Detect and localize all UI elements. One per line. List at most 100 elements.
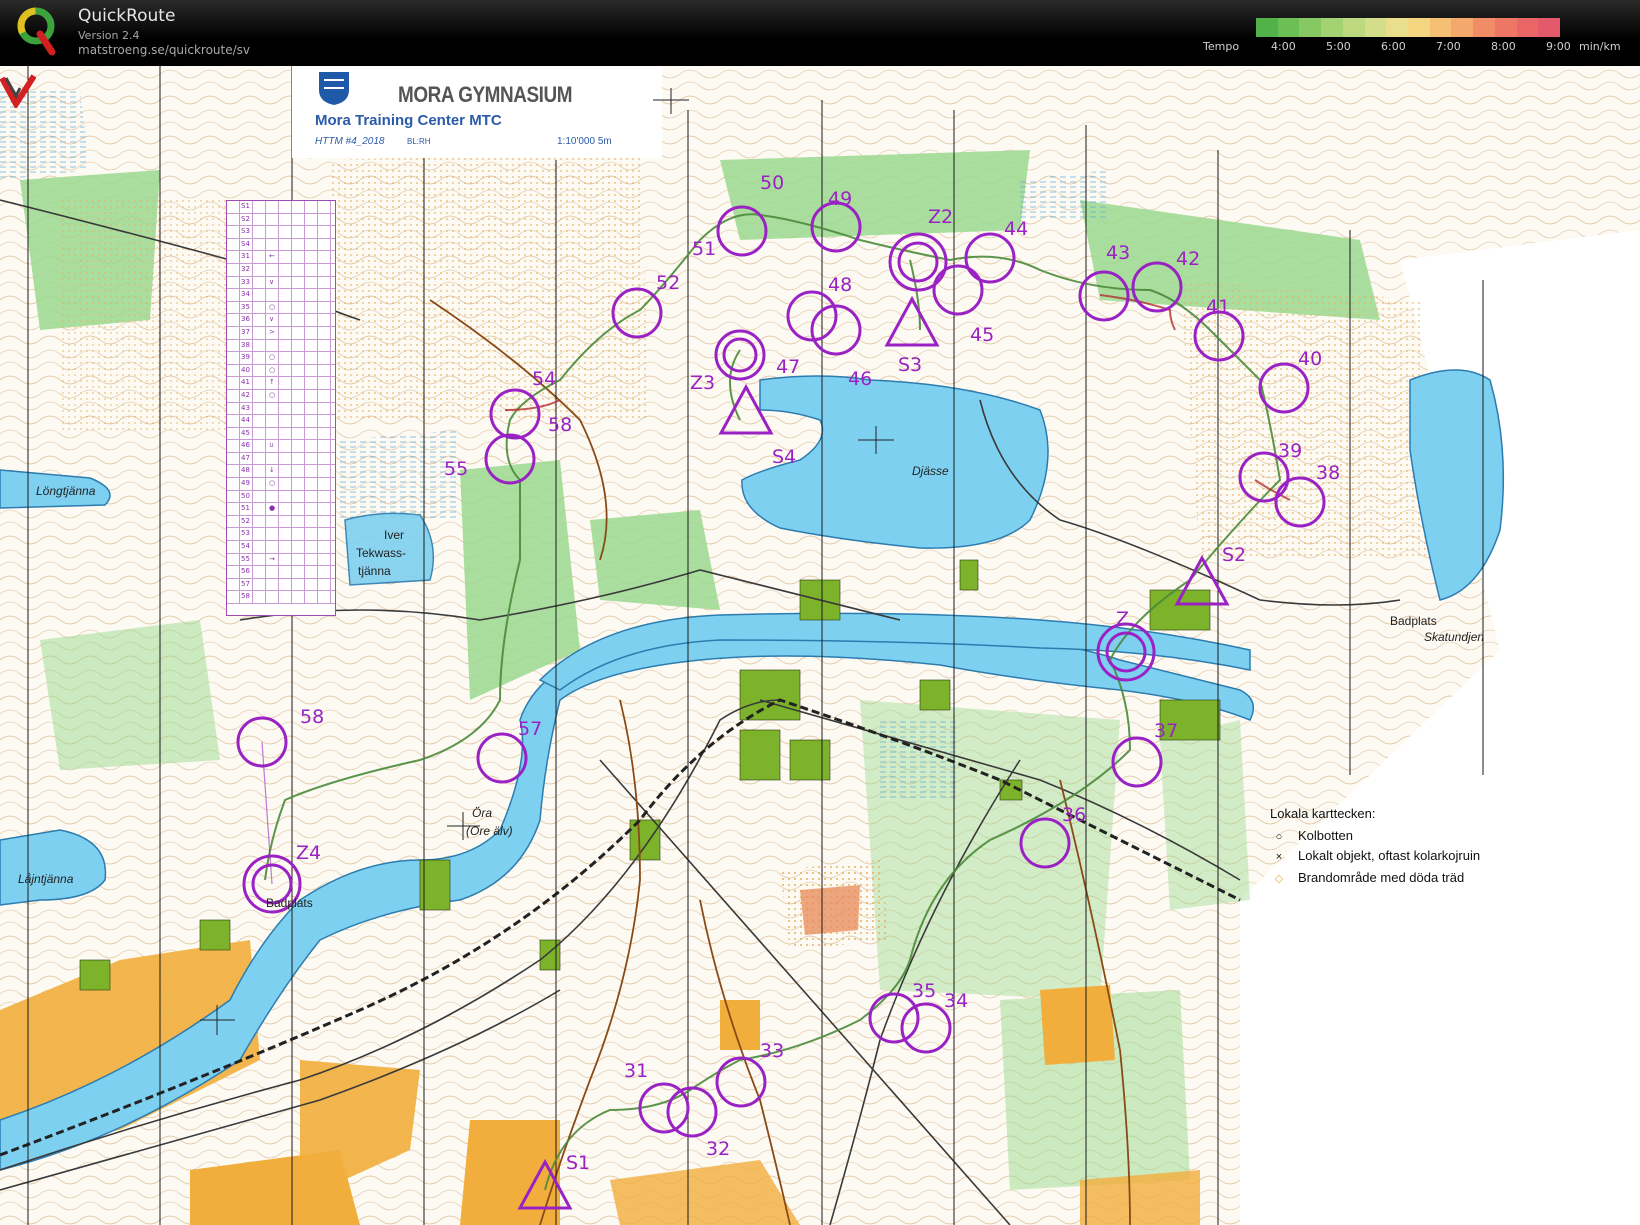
description-symbol: ○ [269, 302, 276, 311]
map-setter: BL:RH [407, 137, 431, 146]
legend-item: ○ Kolbotten [1270, 828, 1353, 843]
description-code: 41 [241, 378, 250, 387]
map-subtitle: HTTM #4_2018 [315, 136, 385, 147]
orienteering-map[interactable]: MORA GYMNASIUM Mora Training Center MTC … [0, 66, 1640, 1225]
place-name: Tekwass- [356, 546, 407, 560]
legend-title: Lokala karttecken: [1270, 806, 1376, 821]
app-url[interactable]: matstroeng.se/quickroute/sv [78, 43, 250, 57]
tempo-color-cell [1451, 18, 1474, 37]
control-label: 32 [706, 1138, 731, 1160]
description-row: 56 [227, 566, 335, 579]
description-row: 33 ∨ [227, 276, 335, 290]
description-row: S3 [227, 226, 335, 239]
description-row: 58 [227, 591, 335, 604]
control-label: 37 [1154, 720, 1179, 742]
description-code: 57 [241, 579, 250, 588]
tempo-tick: 6:00 [1381, 40, 1406, 53]
description-row: 49 ○ [227, 478, 335, 491]
description-symbol: ○ [269, 479, 276, 488]
mora-gymnasium-logo-icon [0, 74, 36, 108]
brand-name: MORA GYMNASIUM [398, 82, 573, 107]
description-row: S2 [227, 213, 335, 227]
tempo-color-cell [1429, 18, 1452, 37]
control-label: 52 [656, 272, 681, 294]
description-row: 36 ∨ [227, 314, 335, 327]
description-row: 55 → [227, 553, 335, 567]
description-symbol: ∨ [269, 315, 275, 324]
place-name: Löngtjänna [36, 484, 96, 498]
tempo-color-cell [1256, 18, 1278, 37]
description-symbol: ↑ [269, 378, 275, 387]
description-code: 38 [241, 340, 250, 349]
tempo-color-cell [1386, 18, 1409, 37]
description-code: 36 [241, 315, 250, 324]
control-label: 42 [1176, 248, 1201, 270]
description-symbol: > [269, 327, 275, 336]
quickroute-logo-icon [17, 7, 56, 56]
tempo-unit: min/km [1579, 40, 1621, 53]
description-row: 37 > [227, 326, 335, 340]
description-code: 58 [241, 592, 250, 601]
description-row: 53 [227, 528, 335, 542]
control-label: 44 [1004, 218, 1029, 240]
description-code: 32 [241, 264, 250, 273]
legend-label: Kolbotten [1298, 828, 1353, 843]
description-code: 54 [241, 542, 250, 551]
tempo-color-cell [1321, 18, 1343, 37]
map-title: Mora Training Center MTC [315, 112, 502, 129]
tempo-color-cell [1408, 18, 1430, 37]
control-label: 48 [828, 274, 853, 296]
start-label: S1 [566, 1152, 591, 1174]
place-name: Djässe [912, 464, 949, 478]
control-label: 38 [1316, 462, 1341, 484]
description-symbol: ○ [269, 390, 276, 399]
description-code: 55 [241, 554, 250, 563]
description-code: 50 [241, 491, 250, 500]
description-symbol: → [269, 554, 275, 563]
control-label: 54 [532, 368, 557, 390]
description-code: 33 [241, 277, 250, 286]
place-name: tjänna [358, 564, 391, 578]
place-name: Badplats [1390, 614, 1437, 628]
tempo-tick: 8:00 [1491, 40, 1516, 53]
description-row: S1 [227, 201, 335, 214]
description-row: 47 [227, 452, 335, 466]
description-row: 48 ↓ [227, 465, 335, 479]
description-row: 45 [227, 427, 335, 441]
place-name: Badplats [266, 896, 313, 910]
tempo-tick: 4:00 [1271, 40, 1296, 53]
control-label: 57 [518, 718, 543, 740]
description-code: 35 [241, 302, 250, 311]
description-code: 56 [241, 567, 250, 576]
description-row: 54 [227, 541, 335, 554]
description-symbol: ○ [269, 365, 276, 374]
place-name: Skatundjen [1424, 630, 1485, 644]
description-code: 52 [241, 516, 250, 525]
app-name: QuickRoute [78, 6, 176, 26]
tempo-color-cell [1494, 18, 1517, 37]
finish-label: Z4 [296, 842, 322, 864]
burnt-area-symbol-icon: ◇ [1274, 873, 1284, 885]
description-row: 52 [227, 515, 335, 529]
tempo-color-cell [1516, 18, 1539, 37]
control-label: 45 [970, 324, 995, 346]
control-label: 58 [548, 414, 573, 436]
control-label: 36 [1062, 804, 1087, 826]
description-row: 32 [227, 263, 335, 277]
tempo-color-cell [1473, 18, 1495, 37]
legend-item: × Lokalt objekt, oftast kolarkojruin [1270, 848, 1480, 863]
tempo-tick: 7:00 [1436, 40, 1461, 53]
description-code: 47 [241, 453, 250, 462]
description-row: 57 [227, 578, 335, 592]
control-label: 46 [848, 368, 873, 390]
description-row: 50 [227, 490, 335, 504]
control-label: 31 [624, 1060, 649, 1082]
description-code: 53 [241, 529, 250, 538]
description-code: 31 [241, 252, 250, 261]
kolbotten-symbol-icon: ○ [1275, 831, 1283, 843]
description-row: 41 ↑ [227, 377, 335, 390]
description-code: S4 [241, 239, 250, 248]
description-code: 42 [241, 390, 250, 399]
place-name: Iver [384, 528, 405, 542]
description-symbol: ∨ [269, 277, 275, 286]
